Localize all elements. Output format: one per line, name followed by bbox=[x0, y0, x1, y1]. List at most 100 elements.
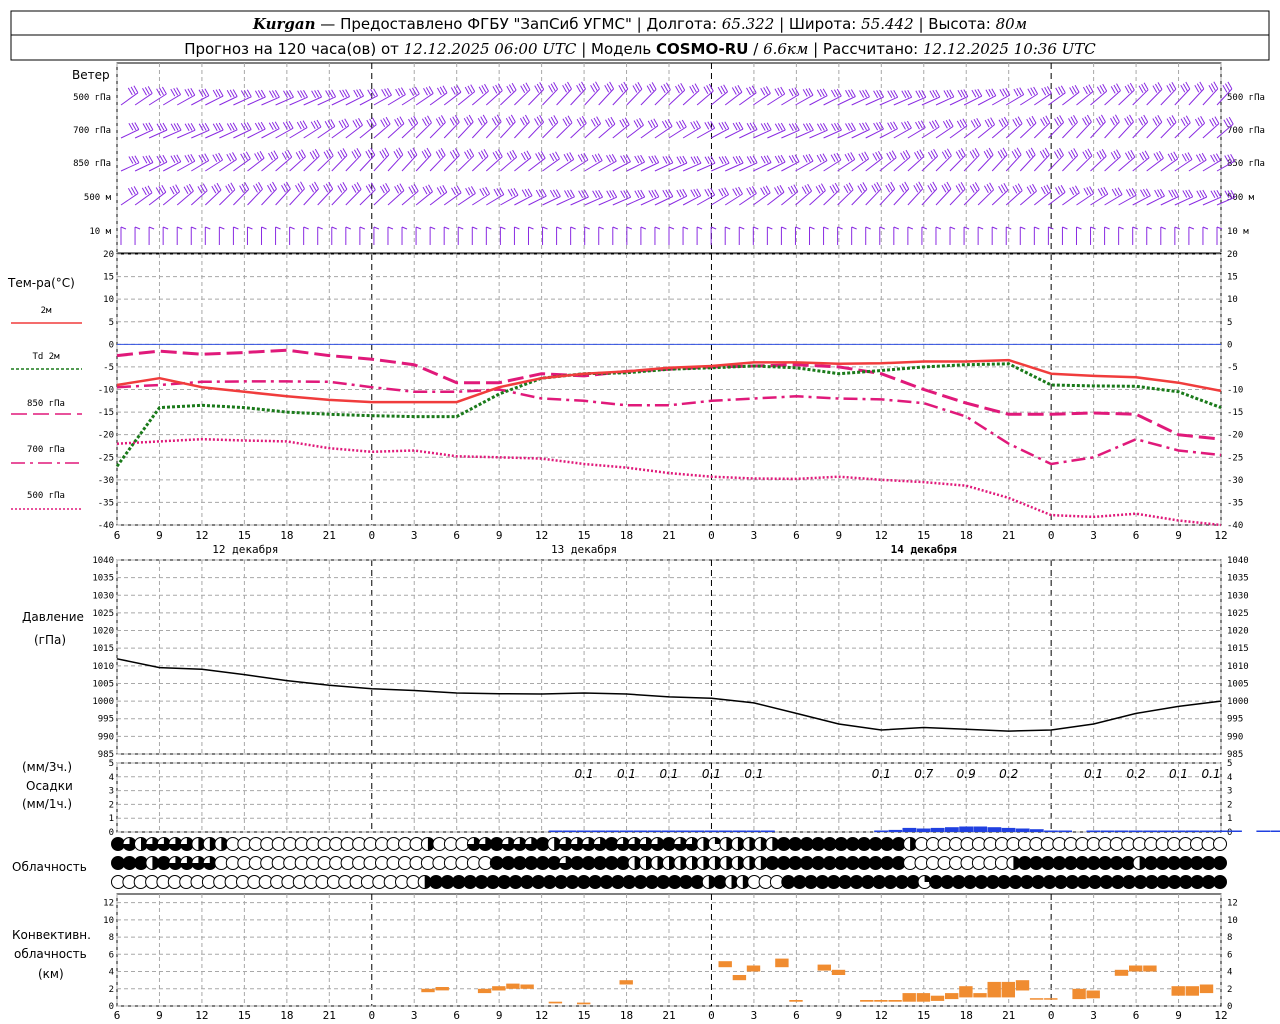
wind-barb bbox=[1174, 81, 1191, 106]
wind-barb bbox=[1132, 150, 1150, 172]
temp-ytick-left: -35 bbox=[98, 498, 114, 508]
day-label: 14 декабря bbox=[891, 543, 957, 556]
wind-barb bbox=[865, 226, 871, 245]
temp-ytick-left: -40 bbox=[98, 521, 114, 531]
wind-barb bbox=[303, 181, 319, 206]
wind-barb bbox=[303, 226, 309, 245]
wind-barb bbox=[893, 181, 910, 206]
conv-axis-hour-label: 0 bbox=[708, 1009, 715, 1022]
wind-barb bbox=[752, 226, 759, 245]
wind-barb bbox=[570, 152, 589, 172]
temp-axis-hour-label: 0 bbox=[1048, 529, 1055, 542]
wind-barb bbox=[907, 226, 914, 245]
conv-bar bbox=[888, 1000, 902, 1002]
wind-barb bbox=[1188, 226, 1195, 245]
precip-value-label: 0.2 bbox=[999, 767, 1018, 781]
wind-barb bbox=[682, 226, 689, 245]
precip-ytick-left: 2 bbox=[109, 800, 114, 810]
wind-barb bbox=[612, 154, 631, 172]
wind-barb bbox=[387, 183, 405, 206]
precip-bar bbox=[562, 830, 577, 832]
conv-bar bbox=[1129, 965, 1143, 972]
cloud-circle bbox=[1213, 837, 1227, 851]
wind-barb bbox=[1076, 84, 1094, 106]
conv-bar bbox=[520, 984, 534, 989]
conv-axis-hour-label: 9 bbox=[1175, 1009, 1182, 1022]
alt-value: 80м bbox=[996, 15, 1028, 33]
conv-axis-hour-label: 9 bbox=[156, 1009, 163, 1022]
press-ytick-right: 1025 bbox=[1227, 609, 1249, 619]
conv-axis-hour-label: 3 bbox=[411, 1009, 418, 1022]
temp-axis-hour-label: 12 bbox=[195, 529, 208, 542]
wind-barb bbox=[261, 226, 267, 245]
precip-value-label: 0.1 bbox=[1084, 767, 1103, 781]
temp-axis-hour-label: 0 bbox=[368, 529, 375, 542]
precip-bar bbox=[1143, 830, 1157, 832]
convective-cloud-panel: 12 1210 108 86 64 42 20 0 bbox=[103, 893, 1238, 1012]
temp-ytick-right: -35 bbox=[1227, 498, 1243, 508]
conv-axis-hour-label: 15 bbox=[917, 1009, 930, 1022]
wind-barb bbox=[219, 152, 237, 172]
conv-ytick-right: 8 bbox=[1227, 933, 1232, 943]
wind-barb bbox=[176, 87, 196, 106]
precip-bar bbox=[1114, 830, 1129, 832]
wind-barb bbox=[514, 82, 531, 106]
wind-barb bbox=[668, 226, 675, 245]
conv-axis-hour-label: 15 bbox=[238, 1009, 251, 1022]
wind-barb bbox=[991, 116, 1009, 139]
wind-barb bbox=[191, 153, 210, 172]
wind-barb bbox=[1019, 115, 1037, 139]
wind-level-label-left: 700 гПа bbox=[73, 126, 111, 136]
wind-barb bbox=[289, 120, 308, 139]
forecast-start: 12.12.2025 06:00 UTC bbox=[404, 40, 577, 58]
precip-bar bbox=[1044, 830, 1058, 832]
conv-ytick-left: 8 bbox=[109, 933, 114, 943]
conv-axis-hour-label: 9 bbox=[496, 1009, 503, 1022]
wind-barb bbox=[612, 226, 618, 245]
precip-bar bbox=[945, 827, 959, 832]
precip-bar bbox=[916, 828, 931, 832]
wind-barb bbox=[359, 147, 376, 172]
wind-barb bbox=[528, 188, 547, 206]
temp-axis-hour-label: 6 bbox=[453, 529, 460, 542]
wind-barb bbox=[556, 81, 572, 106]
temp-axis-hour-label: 18 bbox=[960, 529, 973, 542]
press-ytick-right: 1035 bbox=[1227, 574, 1249, 584]
wind-barb bbox=[991, 182, 1009, 206]
wind-barb bbox=[668, 119, 687, 139]
wind-barb bbox=[1090, 114, 1106, 139]
temp-axis-hour-label: 21 bbox=[323, 529, 336, 542]
wind-barb bbox=[1019, 226, 1026, 245]
conv-axis-hour-label: 12 bbox=[195, 1009, 208, 1022]
wind-barb bbox=[879, 181, 896, 206]
conv-axis-hour-label: 21 bbox=[323, 1009, 336, 1022]
temp-axis-hour-label: 9 bbox=[1175, 529, 1182, 542]
lon-label: Долгота: bbox=[646, 15, 717, 33]
wind-barb bbox=[1146, 82, 1163, 106]
wind-barb bbox=[654, 226, 661, 245]
wind-barb bbox=[949, 181, 966, 206]
precip-bar bbox=[761, 830, 775, 832]
legend-label-t2m: 2м bbox=[41, 306, 52, 316]
wind-barb bbox=[1019, 183, 1037, 206]
wind-barb bbox=[457, 148, 475, 172]
precip-ytick-right: 3 bbox=[1227, 787, 1232, 797]
precip-bar bbox=[930, 827, 945, 832]
wind-barb bbox=[795, 87, 814, 106]
lat-label: Широта: bbox=[789, 15, 856, 33]
wind-barb bbox=[781, 184, 799, 206]
conv-bar bbox=[548, 1001, 563, 1004]
conv-bar bbox=[1044, 998, 1058, 1000]
temp-ytick-left: -5 bbox=[103, 363, 114, 373]
wind-barb bbox=[429, 147, 446, 172]
temp-axis-hour-label: 9 bbox=[836, 529, 843, 542]
conv-axis-hour-label: 12 bbox=[875, 1009, 888, 1022]
wind-barb bbox=[753, 86, 771, 106]
temp-axis-hour-label: 18 bbox=[280, 529, 293, 542]
wind-barb bbox=[486, 187, 505, 206]
wind-panel: 500 гПа 500 гПа 700 гПа 700 гПа 850 гПа 850 г… bbox=[73, 62, 1265, 254]
wind-barb bbox=[851, 182, 868, 206]
press-ytick-left: 1010 bbox=[92, 662, 114, 672]
conv-bar bbox=[1001, 981, 1015, 998]
wind-barb bbox=[542, 226, 548, 245]
